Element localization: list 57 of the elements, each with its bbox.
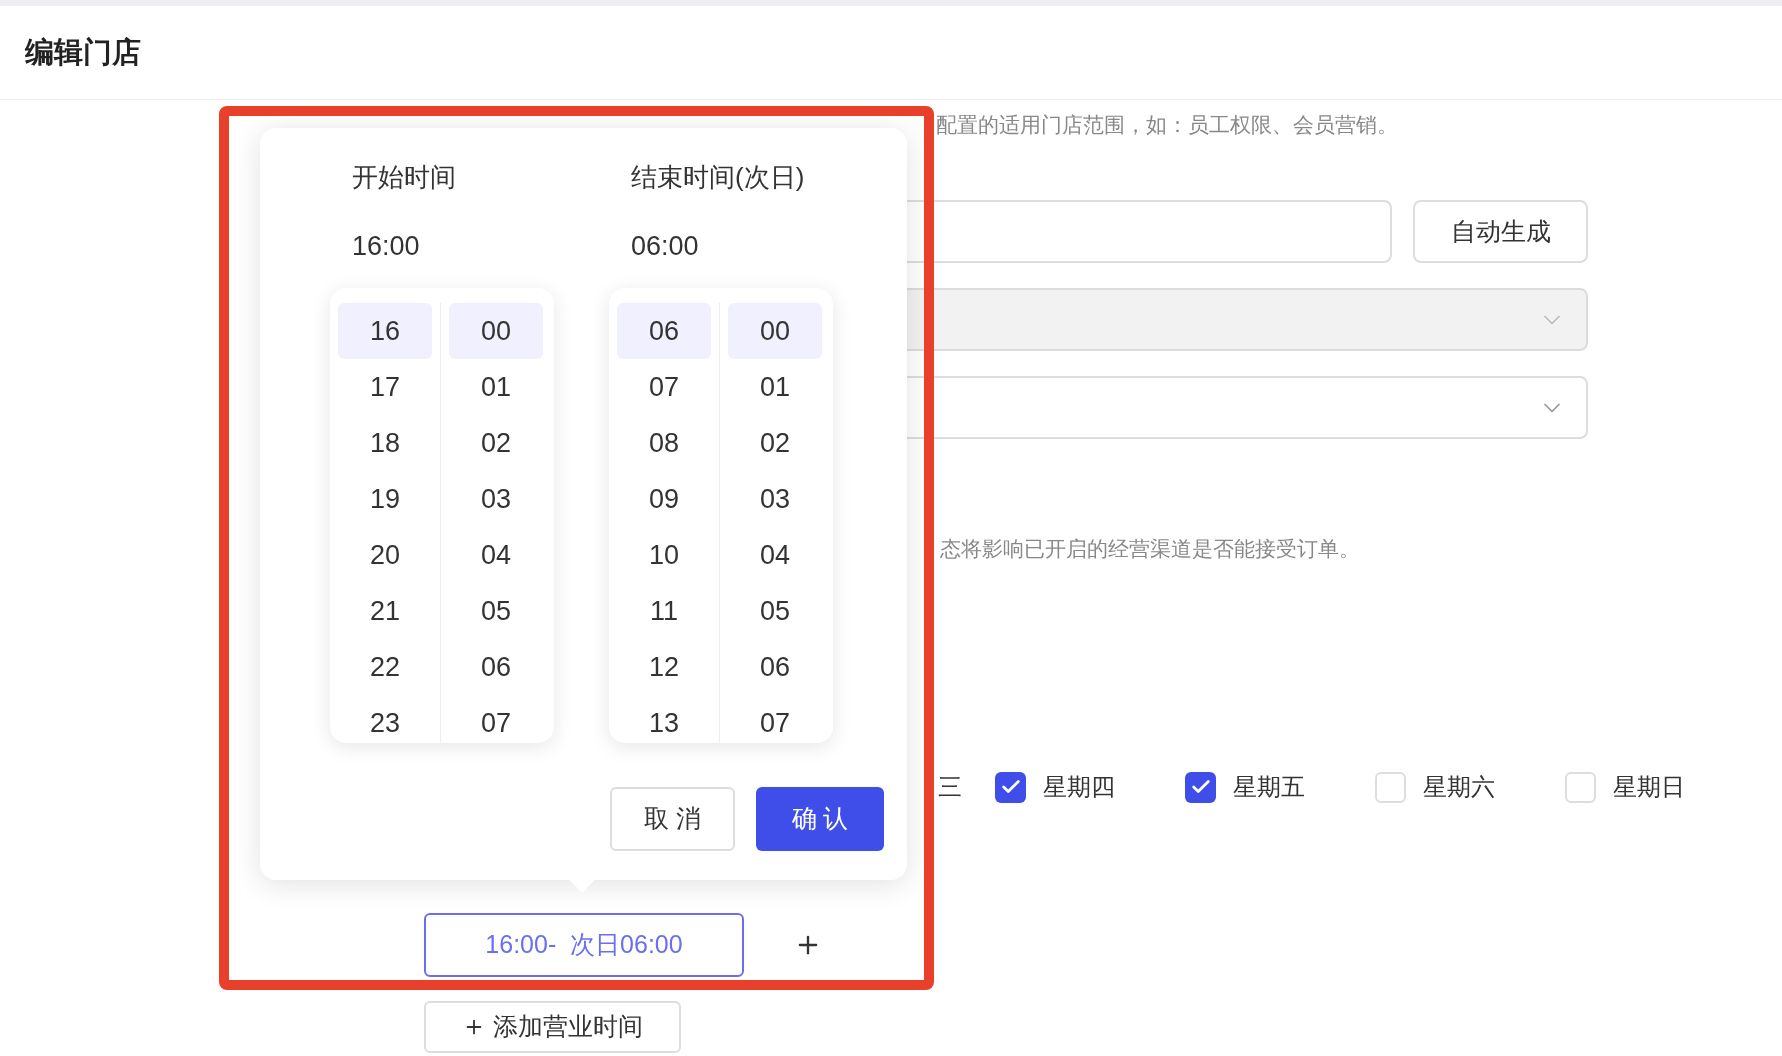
checkbox-label: 星期五 xyxy=(1233,772,1305,802)
confirm-button[interactable]: 确 认 xyxy=(756,787,884,851)
time-option[interactable]: 17 xyxy=(338,359,432,415)
time-option[interactable]: 18 xyxy=(338,415,432,471)
time-option[interactable]: 07 xyxy=(449,695,543,743)
time-option[interactable]: 09 xyxy=(617,471,711,527)
time-option[interactable]: 13 xyxy=(617,695,711,743)
time-option[interactable]: 23 xyxy=(338,695,432,743)
time-option[interactable]: 01 xyxy=(449,359,543,415)
time-option[interactable]: 03 xyxy=(449,471,543,527)
checkbox[interactable] xyxy=(1565,771,1596,803)
time-option[interactable]: 01 xyxy=(728,359,822,415)
time-range-field[interactable]: 16:00- 次日06:00 xyxy=(424,913,744,977)
time-option[interactable]: 21 xyxy=(338,583,432,639)
time-value: 06:00 xyxy=(630,230,700,262)
auto-generate-button[interactable]: 自动生成 xyxy=(1413,200,1588,263)
time-option[interactable]: 00 xyxy=(449,303,543,359)
checkbox[interactable] xyxy=(1185,771,1216,803)
time-option[interactable]: 16 xyxy=(338,303,432,359)
add-time-button[interactable]: 添加营业时间 xyxy=(424,1001,681,1053)
time-value: 16:00 xyxy=(351,230,421,262)
time-option[interactable]: 07 xyxy=(617,359,711,415)
checkbox-label: 星期六 xyxy=(1423,772,1495,802)
hint-text: 配置的适用门店范围，如：员工权限、会员营销。 xyxy=(936,112,1398,139)
page-title: 编辑门店 xyxy=(25,34,141,70)
column-title: 结束时间(次日) xyxy=(630,161,806,194)
time-option[interactable]: 20 xyxy=(338,527,432,583)
time-option[interactable]: 22 xyxy=(338,639,432,695)
time-option[interactable]: 02 xyxy=(728,415,822,471)
time-option[interactable]: 05 xyxy=(728,583,822,639)
column-title: 开始时间 xyxy=(351,161,457,194)
time-option[interactable]: 03 xyxy=(728,471,822,527)
weekday-checkbox[interactable]: 星期六 xyxy=(1375,769,1509,805)
time-option[interactable]: 02 xyxy=(449,415,543,471)
time-option[interactable]: 06 xyxy=(449,639,543,695)
time-option[interactable]: 06 xyxy=(728,639,822,695)
checkbox-label: 星期四 xyxy=(1043,772,1115,802)
time-option[interactable]: 12 xyxy=(617,639,711,695)
checkbox-label: 星期日 xyxy=(1613,772,1685,802)
weekday-label: 三 xyxy=(938,772,962,802)
weekday-checkbox[interactable]: 星期四 xyxy=(995,769,1129,805)
time-option[interactable]: 11 xyxy=(617,583,711,639)
time-option[interactable]: 00 xyxy=(728,303,822,359)
time-option[interactable]: 05 xyxy=(449,583,543,639)
time-option[interactable]: 08 xyxy=(617,415,711,471)
checkbox[interactable] xyxy=(1375,771,1406,803)
checkbox[interactable] xyxy=(995,771,1026,803)
time-option[interactable]: 04 xyxy=(728,527,822,583)
time-option[interactable]: 07 xyxy=(728,695,822,743)
weekday-checkbox[interactable]: 星期日 xyxy=(1565,769,1699,805)
hint-text: 态将影响已开启的经营渠道是否能接受订单。 xyxy=(940,536,1360,563)
time-option[interactable]: 06 xyxy=(617,303,711,359)
weekday-checkbox[interactable]: 星期五 xyxy=(1185,769,1319,805)
time-option[interactable]: 19 xyxy=(338,471,432,527)
time-option[interactable]: 10 xyxy=(617,527,711,583)
cancel-button[interactable]: 取 消 xyxy=(610,787,735,851)
time-option[interactable]: 04 xyxy=(449,527,543,583)
